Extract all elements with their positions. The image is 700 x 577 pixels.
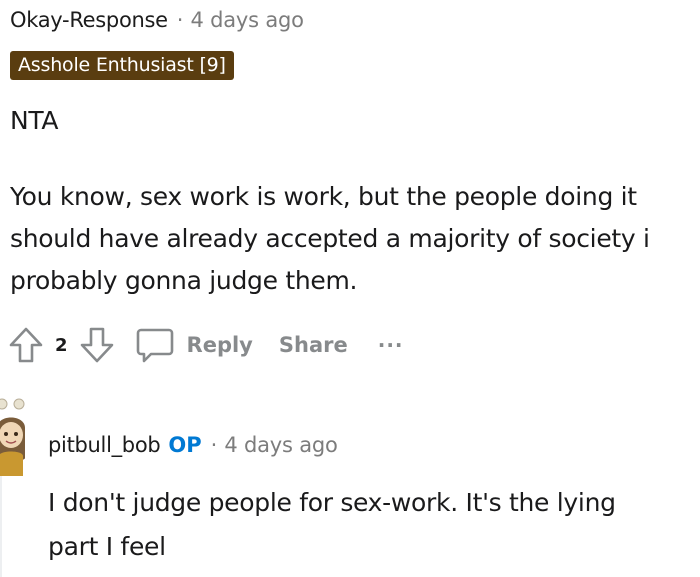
separator-dot: · (176, 8, 184, 32)
reply-author[interactable]: pitbull_bob (48, 433, 161, 457)
op-badge: OP (168, 433, 202, 457)
comment-body-line: You know, sex work is work, but the peop… (10, 182, 637, 211)
reply-timestamp[interactable]: 4 days ago (224, 433, 338, 457)
comment-actions: 2 Reply Share ··· (8, 323, 404, 367)
vote-score: 2 (55, 334, 68, 356)
comment-body-line: should have already accepted a majority … (10, 224, 650, 253)
user-flair: Asshole Enthusiast [9] (10, 51, 234, 80)
thread-line[interactable] (0, 470, 2, 577)
speech-bubble-icon (135, 326, 175, 364)
user-avatar-icon[interactable] (0, 398, 28, 476)
share-button[interactable]: Share (279, 333, 348, 357)
reply-body-line: I don't judge people for sex-work. It's … (48, 488, 616, 517)
reply-header: pitbull_bob OP · 4 days ago (48, 433, 338, 457)
reply-button[interactable]: Reply (135, 326, 253, 364)
comment-body: You know, sex work is work, but the peop… (10, 176, 650, 302)
comment-body-line: probably gonna judge them. (10, 266, 358, 295)
reply-body-line: part I feel (48, 532, 166, 561)
comment-verdict: NTA (10, 106, 59, 135)
comment-timestamp[interactable]: 4 days ago (190, 8, 304, 32)
comment-header: Okay-Response · 4 days ago (10, 8, 304, 32)
separator-dot: · (210, 433, 218, 457)
reply-label: Reply (186, 333, 253, 357)
reply-body: I don't judge people for sex-work. It's … (48, 481, 616, 569)
arrow-up-icon[interactable] (8, 326, 44, 364)
comment-author[interactable]: Okay-Response (10, 8, 168, 32)
more-options-button[interactable]: ··· (378, 333, 404, 357)
arrow-down-icon[interactable] (79, 326, 115, 364)
